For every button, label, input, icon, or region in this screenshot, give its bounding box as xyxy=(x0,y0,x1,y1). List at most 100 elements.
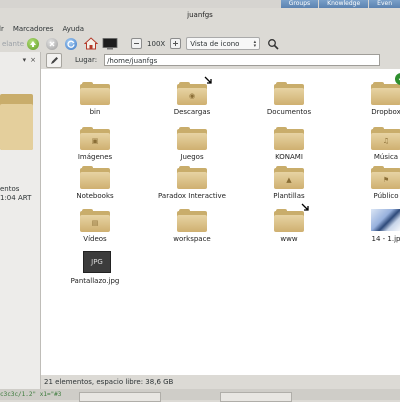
folder-icon xyxy=(177,166,207,189)
file-item[interactable]: Paradox Interactive xyxy=(150,166,234,200)
file-label: Descargas xyxy=(173,108,211,116)
reload-icon[interactable] xyxy=(65,37,78,50)
background-window-strip: c3c3c/1.2" x1="#3 xyxy=(0,389,400,402)
template-emblem-icon: ▲ xyxy=(286,176,292,184)
file-item[interactable]: JPG Pantallazo.jpg xyxy=(53,251,137,285)
share-emblem-icon: ⚑ xyxy=(382,176,390,184)
sidebar-close-icon[interactable]: × xyxy=(30,56,36,64)
sidebar-dropdown-icon[interactable]: ▾ xyxy=(23,56,27,64)
stop-icon[interactable] xyxy=(46,37,59,50)
status-bar: 21 elementos, espacio libre: 38,6 GB xyxy=(44,378,174,386)
file-label: Pantallazo.jpg xyxy=(70,277,120,285)
file-item[interactable]: ⚑ Público xyxy=(344,166,400,200)
menubar: lr Marcadores Ayuda xyxy=(0,22,400,36)
downloads-folder-icon: ◉ xyxy=(177,76,212,105)
search-icon[interactable] xyxy=(267,38,279,50)
background-page-strip: Groups Knowledge Even xyxy=(0,0,400,8)
file-label: Juegos xyxy=(180,153,204,161)
location-input[interactable]: /home/juanfgs xyxy=(104,54,381,66)
file-item[interactable]: KONAMI xyxy=(247,127,331,161)
file-label: workspace xyxy=(173,235,211,243)
file-view: bin ◉ Descargas Documentos ✓ Dropbox ▣ I… xyxy=(41,69,400,375)
computer-icon[interactable] xyxy=(102,37,118,50)
symlink-arrow-icon xyxy=(204,76,212,84)
folder-icon xyxy=(274,127,304,150)
background-tabs: Groups Knowledge Even xyxy=(280,0,400,8)
folder-icon xyxy=(80,82,110,105)
file-item[interactable]: Documentos xyxy=(247,82,331,116)
jpg-thumb-label: JPG xyxy=(83,251,111,273)
menu-ayuda[interactable]: Ayuda xyxy=(62,25,84,33)
file-item[interactable]: Juegos xyxy=(150,127,234,161)
jpg-file-icon: JPG xyxy=(80,251,111,274)
image-thumbnail xyxy=(371,209,400,232)
home-icon[interactable] xyxy=(84,37,99,50)
sidebar-info-modified: 1:04 ART xyxy=(0,194,32,202)
location-bar: Lugar: /home/juanfgs xyxy=(41,52,400,68)
edit-location-button[interactable] xyxy=(46,52,62,68)
file-item[interactable]: ✓ Dropbox xyxy=(344,73,400,116)
background-tab-groups[interactable]: Groups xyxy=(280,0,319,8)
menu-ir[interactable]: lr xyxy=(0,25,4,33)
background-field xyxy=(220,392,292,402)
folder-icon xyxy=(177,127,207,150)
dropbox-folder-icon: ✓ xyxy=(371,73,400,105)
download-emblem-icon: ◉ xyxy=(188,92,196,100)
sidebar-header: ▾ × xyxy=(0,52,40,67)
sidebar-pane: ▾ × entos 1:04 ART xyxy=(0,52,41,400)
file-label: Documentos xyxy=(266,108,312,116)
sidebar-info-type: entos xyxy=(0,185,20,193)
forward-button-label[interactable]: elante xyxy=(2,40,24,48)
symlink-arrow-icon xyxy=(301,203,309,211)
file-item[interactable]: ▲ Plantillas xyxy=(247,166,331,200)
file-item[interactable]: Notebooks xyxy=(53,166,137,200)
file-item[interactable]: ◉ Descargas xyxy=(150,76,234,116)
file-label: www xyxy=(280,235,298,243)
background-tab-events[interactable]: Even xyxy=(369,0,400,8)
film-emblem-icon: ▤ xyxy=(91,219,99,227)
zoom-in-button[interactable] xyxy=(170,38,182,49)
music-emblem-icon: ♫ xyxy=(382,137,390,145)
sync-check-icon: ✓ xyxy=(395,73,400,85)
view-mode-value: Vista de icono xyxy=(190,39,240,48)
file-label: Música xyxy=(373,153,399,161)
folder-icon xyxy=(274,82,304,105)
pencil-icon xyxy=(50,56,58,64)
large-folder-icon xyxy=(0,94,33,150)
file-label: Imágenes xyxy=(77,153,113,161)
folder-icon xyxy=(80,166,110,189)
view-mode-select[interactable]: Vista de icono ▴ ▾ xyxy=(186,37,261,50)
window-title: juanfgs xyxy=(187,11,213,19)
public-folder-icon: ⚑ xyxy=(371,166,400,189)
zoom-level: 100X xyxy=(147,39,166,48)
file-label: Paradox Interactive xyxy=(158,192,226,200)
menu-marcadores[interactable]: Marcadores xyxy=(13,25,54,33)
background-code-snippet: c3c3c/1.2" x1="#3 xyxy=(0,391,62,398)
select-arrows-icon: ▴ ▾ xyxy=(253,38,257,49)
templates-folder-icon: ▲ xyxy=(274,166,304,189)
toolbar: elante 100X Vista de icono ▴ ▾ xyxy=(0,35,400,52)
file-item[interactable]: 14 - 1.jp xyxy=(344,209,400,243)
file-label: Vídeos xyxy=(83,235,107,243)
file-label: Dropbox xyxy=(371,108,400,116)
up-icon[interactable] xyxy=(27,37,40,50)
symlink-folder-icon xyxy=(274,203,309,232)
music-folder-icon: ♫ xyxy=(371,127,400,150)
file-item[interactable]: ▤ Vídeos xyxy=(53,209,137,243)
videos-folder-icon: ▤ xyxy=(80,209,110,232)
file-label: 14 - 1.jp xyxy=(371,235,400,243)
folder-icon xyxy=(177,209,207,232)
picture-emblem-icon: ▣ xyxy=(91,137,99,145)
background-tab-knowledge[interactable]: Knowledge xyxy=(319,0,369,8)
location-label: Lugar: xyxy=(75,56,98,64)
file-item[interactable]: ▣ Imágenes xyxy=(53,127,137,161)
file-item[interactable]: bin xyxy=(53,82,137,116)
pictures-folder-icon: ▣ xyxy=(80,127,110,150)
file-item[interactable]: www xyxy=(247,203,331,243)
file-label: bin xyxy=(89,108,101,116)
file-label: Plantillas xyxy=(273,192,305,200)
file-label: Notebooks xyxy=(76,192,114,200)
file-item[interactable]: ♫ Música xyxy=(344,127,400,161)
file-item[interactable]: workspace xyxy=(150,209,234,243)
zoom-out-button[interactable] xyxy=(131,38,143,49)
